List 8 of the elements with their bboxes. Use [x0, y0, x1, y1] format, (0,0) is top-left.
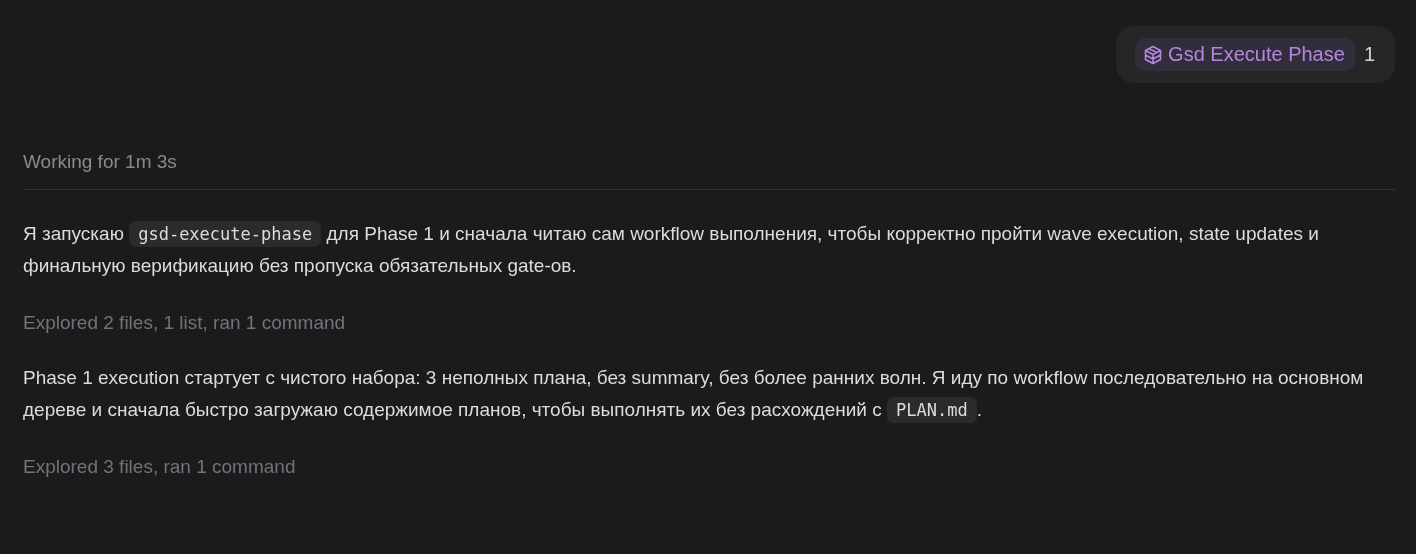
skill-label: Gsd Execute Phase	[1168, 43, 1345, 66]
activity-summary[interactable]: Explored 2 files, 1 list, ran 1 command	[23, 312, 1395, 334]
cube-icon	[1144, 44, 1163, 65]
assistant-paragraph: Phase 1 execution стартует с чистого набора: 3 неполных плана, без summary, без более ранних волн. Я иду по workflow последовательно на основном дереве и сначала быстро загружаю содержимое планов, чтобы выполнять их без расхождений с PLAN.md .	[23, 362, 1395, 426]
assistant-paragraph: Я запускаю gsd-execute-phase для Phase 1 и сначала читаю сам workflow выполнения, чтобы корректно пройти wave execution, state updates и финальную верификацию без пропуска обязательных gate-ов.	[23, 220, 1320, 278]
working-status: Working for 1m 3s	[23, 151, 1395, 190]
activity-summary[interactable]: Explored 3 files, ran 1 command	[23, 456, 1395, 478]
message-text: 1	[1363, 43, 1375, 66]
